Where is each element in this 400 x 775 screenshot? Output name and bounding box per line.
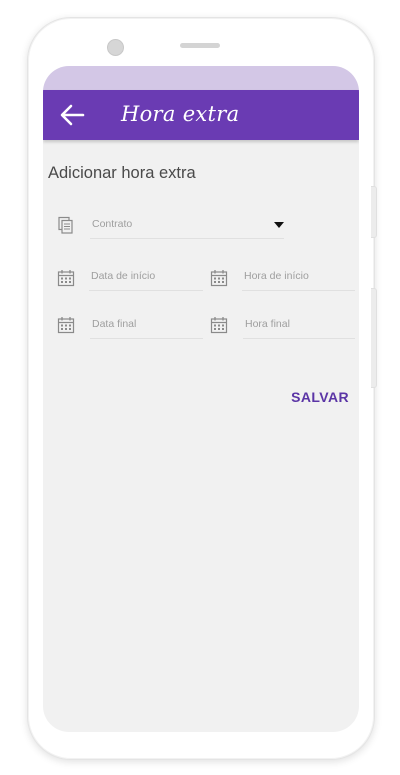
contract-dropdown[interactable]: Contrato: [90, 214, 284, 239]
copy-document-icon: [57, 216, 75, 234]
end-date-label: Data final: [92, 318, 137, 330]
save-button[interactable]: SALVAR: [283, 386, 349, 408]
calendar-icon: [57, 316, 75, 334]
app-bar: Hora extra: [43, 90, 359, 140]
volume-button: [371, 186, 377, 238]
start-time-label: Hora de início: [244, 270, 309, 282]
arrow-left-icon[interactable]: [59, 103, 85, 127]
dropdown-arrow-icon: [274, 222, 284, 228]
app-screen: Hora extra Adicionar hora extra Contrato: [43, 66, 359, 732]
end-time-field[interactable]: Hora final: [243, 314, 355, 339]
app-title: Hora extra: [121, 102, 240, 126]
status-bar: [43, 66, 359, 90]
start-date-label: Data de início: [91, 270, 156, 282]
start-date-field[interactable]: Data de início: [89, 266, 203, 291]
start-time-field[interactable]: Hora de início: [242, 266, 355, 291]
calendar-icon: [57, 269, 75, 287]
power-button: [371, 288, 377, 388]
end-date-field[interactable]: Data final: [90, 314, 203, 339]
earpiece-speaker: [180, 43, 220, 48]
end-time-label: Hora final: [245, 318, 290, 330]
calendar-icon: [210, 316, 228, 334]
calendar-icon: [210, 269, 228, 287]
page-heading: Adicionar hora extra: [48, 164, 196, 182]
front-camera: [107, 39, 124, 56]
contract-label: Contrato: [92, 218, 133, 230]
